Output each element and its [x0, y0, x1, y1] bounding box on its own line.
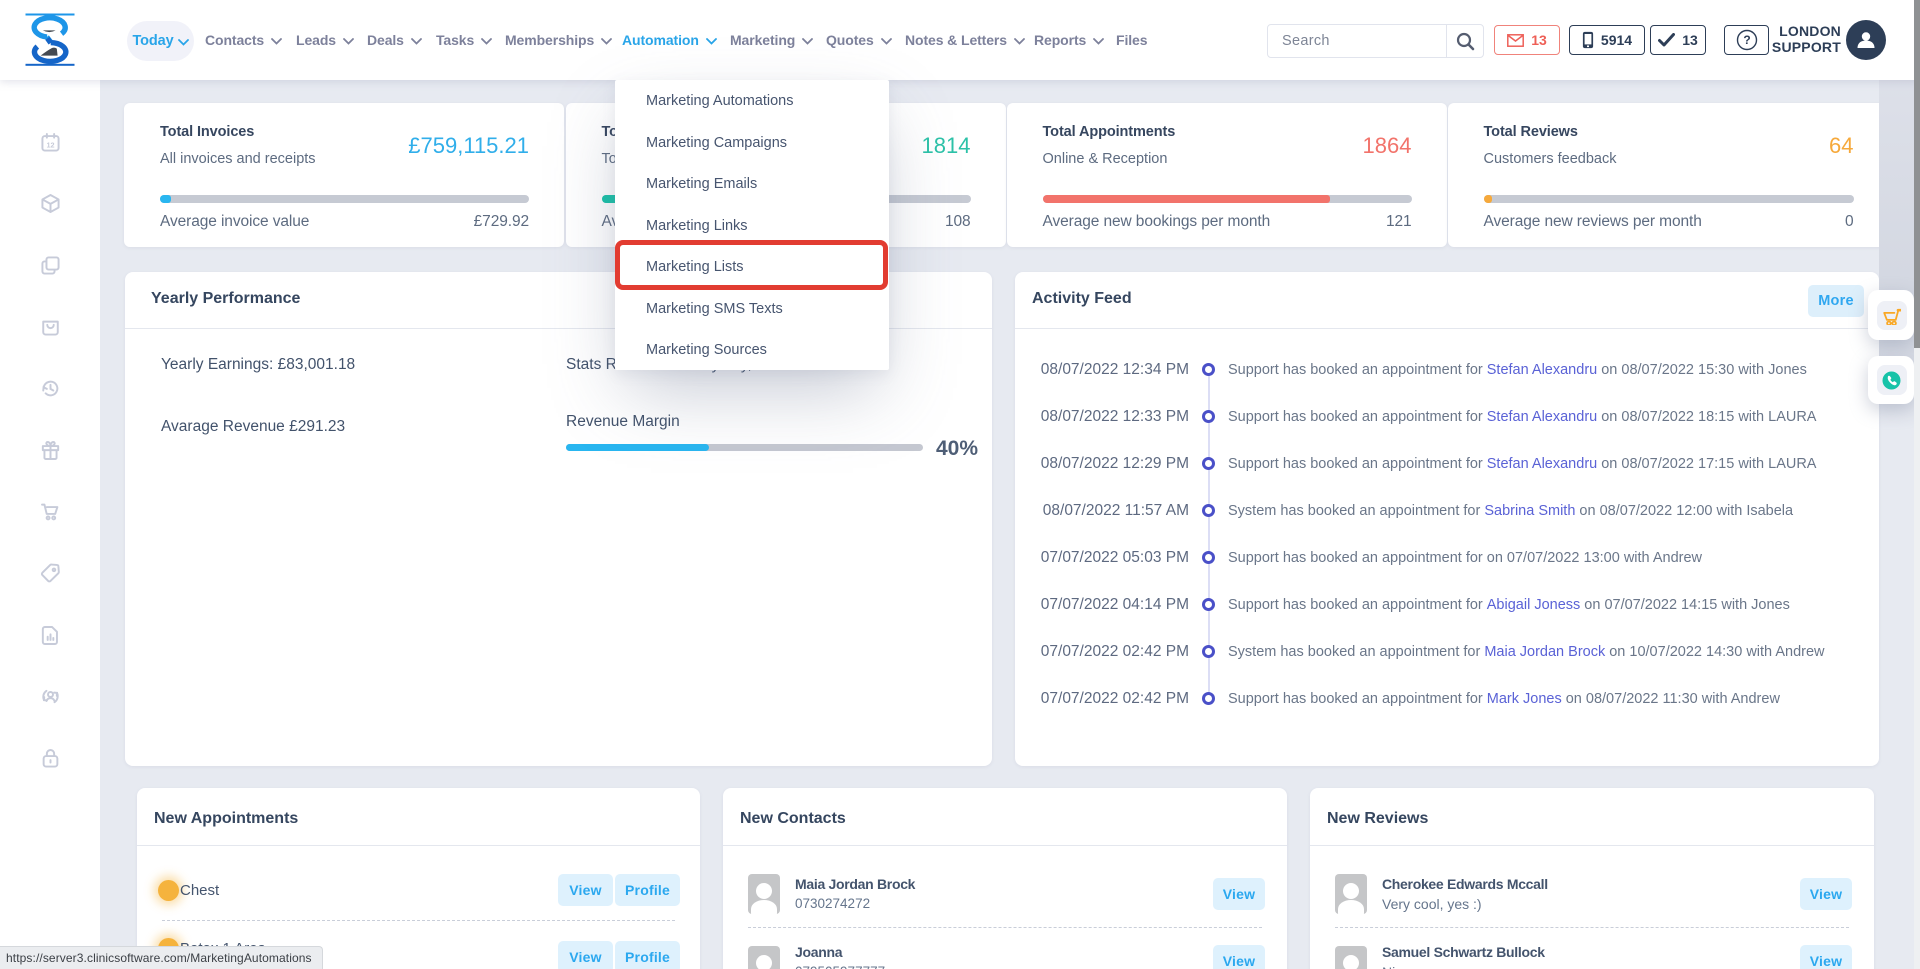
svg-text:12: 12: [46, 140, 54, 149]
svg-text:?: ?: [1743, 33, 1750, 47]
